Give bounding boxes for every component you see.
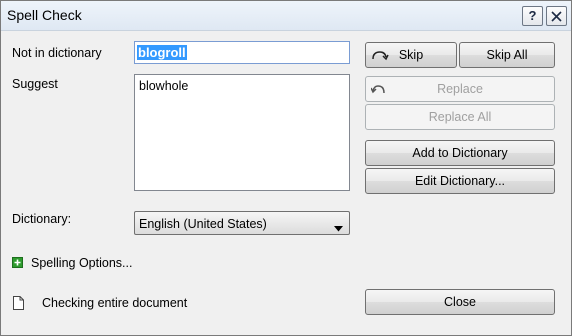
status-text: Checking entire document [42, 296, 188, 310]
replace-all-button[interactable]: Replace All [365, 104, 555, 130]
skip-all-label: Skip All [486, 48, 528, 62]
replace-all-label: Replace All [428, 110, 492, 124]
title-bar: Spell Check ? [1, 1, 571, 31]
dictionary-label: Dictionary: [12, 212, 72, 226]
add-to-dictionary-button[interactable]: Add to Dictionary [365, 140, 555, 166]
replace-button[interactable]: Replace [365, 76, 555, 102]
not-in-dictionary-field[interactable]: blogroll [134, 41, 350, 64]
replace-label: Replace [437, 82, 483, 96]
close-window-button[interactable] [546, 6, 567, 26]
help-icon: ? [528, 8, 537, 23]
dialog-title: Spell Check [7, 7, 82, 23]
edit-dictionary-button[interactable]: Edit Dictionary... [365, 168, 555, 194]
help-button[interactable]: ? [522, 6, 543, 26]
suggestions-list[interactable]: blowhole [134, 74, 350, 191]
add-to-dictionary-label: Add to Dictionary [412, 146, 508, 160]
close-label: Close [444, 295, 476, 309]
document-icon [13, 296, 24, 313]
misspelled-word: blogroll [137, 45, 187, 60]
dictionary-select[interactable]: English (United States) [134, 211, 350, 235]
expand-plus-icon[interactable] [12, 257, 23, 268]
not-in-dictionary-label: Not in dictionary [12, 46, 102, 60]
chevron-down-icon [334, 221, 343, 235]
close-button[interactable]: Close [365, 289, 555, 315]
dictionary-value: English (United States) [139, 217, 267, 231]
suggest-label: Suggest [12, 77, 58, 91]
spell-check-dialog: Spell Check ? Not in dictionary blogroll… [0, 0, 572, 336]
skip-arrow-icon [371, 49, 389, 64]
list-item[interactable]: blowhole [139, 79, 345, 93]
replace-arrow-icon [370, 83, 387, 98]
spelling-options-link[interactable]: Spelling Options... [31, 256, 132, 270]
skip-all-button[interactable]: Skip All [459, 42, 555, 68]
skip-label: Skip [398, 48, 424, 62]
close-icon [551, 10, 562, 22]
skip-button[interactable]: Skip [365, 42, 457, 68]
edit-dictionary-label: Edit Dictionary... [414, 174, 506, 188]
